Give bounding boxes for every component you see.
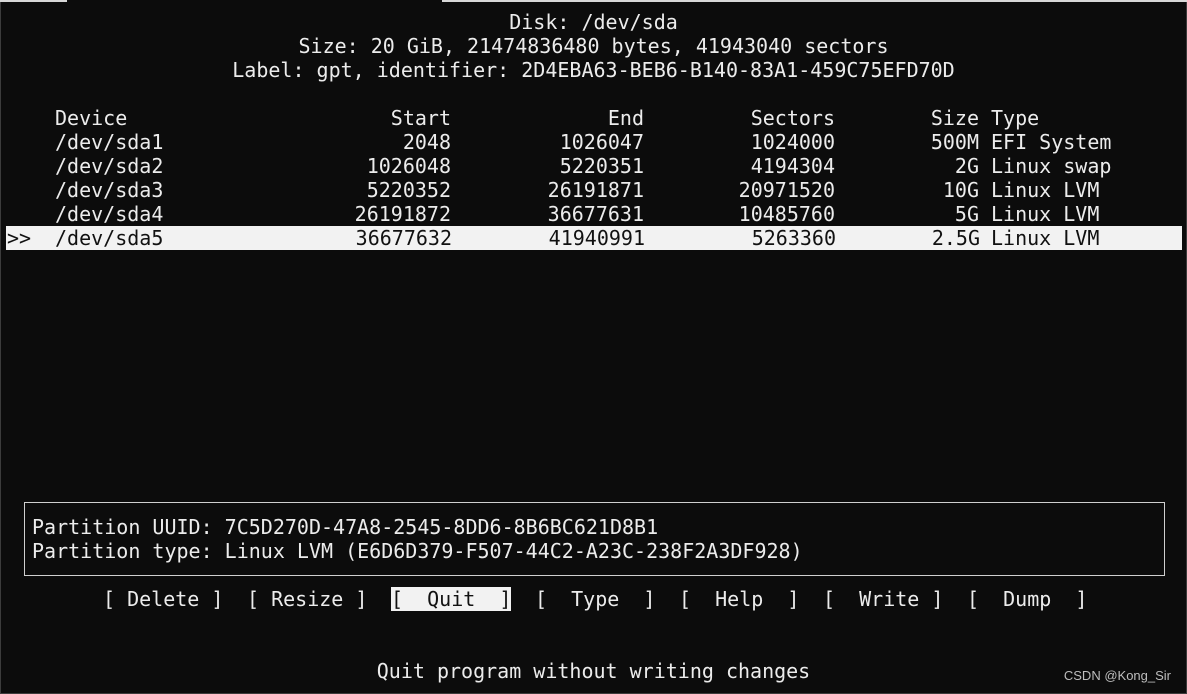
watermark: CSDN @Kong_Sir — [1063, 668, 1171, 683]
row-size: 2G — [954, 154, 979, 178]
col-start: Start — [390, 106, 451, 130]
row-sectors: 20971520 — [738, 178, 835, 202]
type-button[interactable]: [ Type ] — [535, 587, 655, 611]
partition-row-sda5[interactable]: >> /dev/sda5 36677632 41940991 5263360 2… — [6, 226, 1182, 250]
quit-button[interactable]: [ Quit ] — [391, 587, 512, 611]
col-sectors: Sectors — [750, 106, 835, 130]
row-size: 5G — [954, 202, 979, 226]
resize-button[interactable]: [ Resize ] — [247, 587, 367, 611]
help-button[interactable]: [ Help ] — [679, 587, 799, 611]
write-button[interactable]: [ Write ] — [823, 587, 943, 611]
disk-size: Size: 20 GiB, 21474836480 bytes, 4194304… — [298, 34, 889, 58]
col-size: Size — [930, 106, 979, 130]
row-end: 1026047 — [559, 130, 644, 154]
col-end: End — [607, 106, 644, 130]
row-end: 41940991 — [548, 226, 645, 250]
partition-uuid: Partition UUID: 7C5D270D-47A8-2545-8DD6-… — [32, 515, 659, 539]
row-size: 2.5G — [931, 226, 980, 250]
row-sectors: 4194304 — [750, 154, 835, 178]
col-device: Device — [55, 106, 128, 130]
row-device: /dev/sda4 — [55, 202, 164, 226]
row-device: /dev/sda3 — [55, 178, 164, 202]
row-size: 500M — [930, 130, 979, 154]
delete-button[interactable]: [ Delete ] — [103, 587, 223, 611]
partition-info-box: Partition UUID: 7C5D270D-47A8-2545-8DD6-… — [24, 502, 1165, 576]
row-end: 36677631 — [547, 202, 644, 226]
row-size: 10G — [942, 178, 979, 202]
col-type: Type — [991, 106, 1040, 130]
window-edge-right — [442, 0, 1187, 2]
partition-row-sda3[interactable]: /dev/sda3 5220352 26191871 20971520 10G … — [0, 178, 1187, 202]
partition-row-sda2[interactable]: /dev/sda2 1026048 5220351 4194304 2G Lin… — [0, 154, 1187, 178]
partition-row-sda1[interactable]: /dev/sda1 2048 1026047 1024000 500M EFI … — [0, 130, 1187, 154]
row-device: /dev/sda5 — [55, 226, 164, 250]
row-start: 5220352 — [366, 178, 451, 202]
row-sectors: 1024000 — [750, 130, 835, 154]
disk-title: Disk: /dev/sda — [509, 10, 678, 34]
row-device: /dev/sda2 — [55, 154, 164, 178]
partition-type: Partition type: Linux LVM (E6D6D379-F507… — [32, 539, 803, 563]
selection-marker: >> — [7, 226, 32, 250]
row-start: 26191872 — [354, 202, 451, 226]
window-edge-left — [0, 0, 67, 2]
row-type: Linux LVM — [991, 202, 1100, 226]
dump-button[interactable]: [ Dump ] — [967, 587, 1087, 611]
disk-label: Label: gpt, identifier: 2D4EBA63-BEB6-B1… — [232, 58, 955, 82]
table-header: Device Start End Sectors Size Type — [0, 106, 1187, 130]
row-type: EFI System — [991, 130, 1112, 154]
row-type: Linux swap — [991, 154, 1112, 178]
row-end: 5220351 — [559, 154, 644, 178]
status-hint: Quit program without writing changes — [376, 659, 811, 683]
row-device: /dev/sda1 — [55, 130, 164, 154]
row-type: Linux LVM — [991, 226, 1100, 250]
row-sectors: 10485760 — [738, 202, 835, 226]
row-start: 36677632 — [355, 226, 452, 250]
row-start: 2048 — [402, 130, 451, 154]
row-end: 26191871 — [547, 178, 644, 202]
partition-row-sda4[interactable]: /dev/sda4 26191872 36677631 10485760 5G … — [0, 202, 1187, 226]
row-start: 1026048 — [366, 154, 451, 178]
row-sectors: 5263360 — [751, 226, 836, 250]
row-type: Linux LVM — [991, 178, 1100, 202]
